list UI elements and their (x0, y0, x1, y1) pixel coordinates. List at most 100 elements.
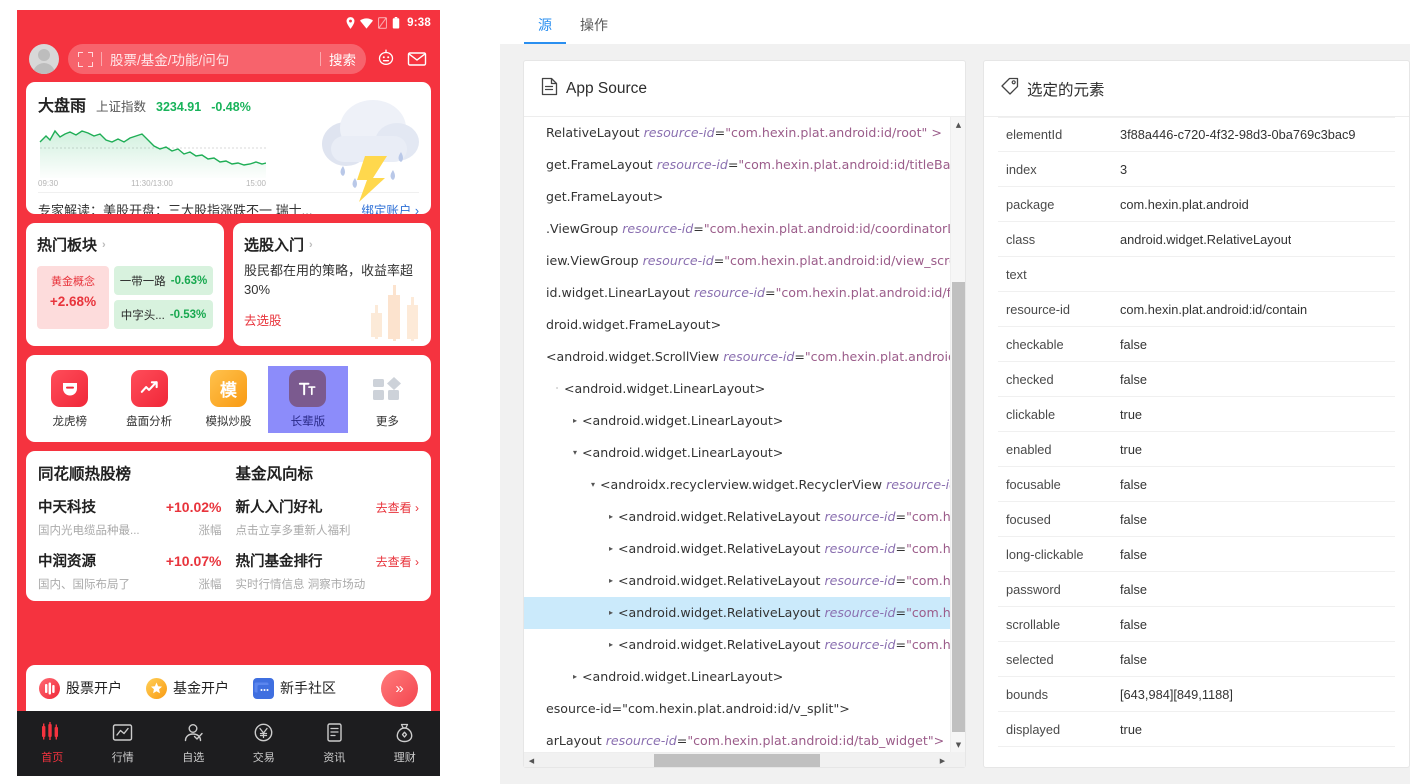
promo-fund-account[interactable]: 基金开户 (146, 677, 229, 699)
promo-stock-account[interactable]: 股票开户 (39, 677, 122, 699)
xml-tree[interactable]: RelativeLayout resource-id="com.hexin.pl… (524, 117, 950, 752)
chevron-down-icon[interactable]: ▾ (586, 469, 600, 501)
quick-entry-label: 盘面分析 (126, 416, 173, 428)
scroll-down-arrow[interactable]: ▼ (951, 737, 965, 752)
search-bar[interactable]: 股票/基金/功能/问句 搜索 (68, 44, 366, 74)
chevron-right-icon[interactable]: ▸ (604, 597, 618, 629)
xml-node[interactable]: esource-id="com.hexin.plat.android:id/v_… (524, 693, 950, 725)
nav-item-wealth[interactable]: 理财 (370, 722, 441, 765)
fund-go-link[interactable]: 去查看 › (376, 499, 419, 516)
stock-row[interactable]: 中天科技 +10.02% 国内光电缆品种最... 涨幅 (38, 496, 222, 538)
stock-desc: 国内光电缆品种最... (38, 525, 140, 537)
chevron-right-icon[interactable]: ▸ (604, 501, 618, 533)
nav-item-home[interactable]: 首页 (17, 722, 88, 765)
xml-node[interactable]: ▸ <android.widget.RelativeLayout resource… (524, 501, 950, 533)
plate-main[interactable]: 黄金概念 +2.68% (37, 266, 109, 329)
tab-actions[interactable]: 操作 (566, 15, 622, 44)
app-source-body[interactable]: RelativeLayout resource-id="com.hexin.pl… (524, 117, 965, 767)
xml-node[interactable]: droid.widget.FrameLayout> (524, 309, 950, 341)
vertical-scroll-thumb[interactable] (952, 282, 965, 732)
fund-row[interactable]: 热门基金排行 去查看 › 实时行情信息 洞察市场动 (236, 550, 420, 592)
bind-account-link[interactable]: 绑定账户 › (361, 200, 419, 214)
stock-row[interactable]: 中润资源 +10.07% 国内、国际布局了 涨幅 (38, 550, 222, 592)
horizontal-scroll-thumb[interactable] (654, 754, 820, 767)
device-mirror[interactable]: 9:38 股票/基金/功能/问句 搜索 大盘雨 上证指数 3234.91 -0.… (17, 10, 440, 784)
xml-node[interactable]: ▸ <android.widget.RelativeLayout resource… (524, 597, 950, 629)
nav-item-news[interactable]: 资讯 (299, 722, 370, 765)
xml-node[interactable]: .ViewGroup resource-id="com.hexin.plat.a… (524, 213, 950, 245)
promo-community[interactable]: 新手社区 (253, 677, 336, 699)
plates-grid: 黄金概念 +2.68% 一带一路 -0.63% 中字头... -0.53% (37, 266, 213, 329)
xml-node-text: get.FrameLayout> (546, 189, 664, 204)
market-news[interactable]: 专家解读：美股开盘：三大股指涨跌不一 瑞士... (38, 200, 312, 214)
nav-item-trade[interactable]: 交易 (229, 722, 300, 765)
nav-item-watchlist[interactable]: 自选 (158, 722, 229, 765)
scroll-left-arrow[interactable]: ◀ (524, 753, 539, 767)
search-input[interactable]: 股票/基金/功能/问句 (110, 49, 312, 69)
xml-node[interactable]: ▾ <android.widget.LinearLayout> (524, 437, 950, 469)
chevron-right-icon[interactable]: ▸ (604, 565, 618, 597)
chevron-right-icon[interactable]: ▸ (568, 405, 582, 437)
xml-node[interactable]: ▸ <android.widget.RelativeLayout resource… (524, 533, 950, 565)
quick-entry-monitor[interactable]: 模 模拟炒股 (189, 366, 268, 433)
promo-more-button[interactable]: » (381, 669, 418, 707)
xml-vertical-scrollbar[interactable]: ▲ ▼ (950, 117, 965, 752)
chevron-right-icon: › (102, 238, 106, 251)
property-value: android.widget.RelativeLayout (1120, 231, 1292, 247)
search-button[interactable]: 搜索 (329, 49, 356, 69)
xml-node[interactable]: ▸ <android.widget.RelativeLayout resource… (524, 629, 950, 661)
quick-entry-more[interactable]: 更多 (348, 366, 427, 433)
node-bullet-icon[interactable]: · (550, 373, 564, 405)
property-row: index 3 (998, 152, 1395, 187)
assistant-robot-icon[interactable] (375, 48, 397, 70)
dragon-tiger-list-icon (51, 370, 89, 407)
scan-icon[interactable] (78, 51, 93, 67)
chevron-down-icon[interactable]: ▾ (568, 437, 582, 469)
xml-node[interactable]: get.FrameLayout resource-id="com.hexin.p… (524, 149, 950, 181)
xml-node[interactable]: get.FrameLayout> (524, 181, 950, 213)
fund-vane-column: 基金风向标 新人入门好礼 去查看 › 点击立享多重新人福利 热门基金排行 去查看… (222, 462, 420, 591)
quick-entry-longhu[interactable]: 龙虎榜 (30, 366, 109, 433)
plate-sub-item[interactable]: 中字头... -0.53% (114, 300, 213, 329)
xml-node-text: <android.widget.LinearLayout> (582, 669, 784, 684)
property-value: false (1120, 546, 1148, 562)
hot-plates-card[interactable]: 热门板块 › 黄金概念 +2.68% 一带一路 -0.63% 中字头... -0… (26, 223, 224, 346)
xml-node[interactable]: arLayout resource-id="com.hexin.plat.and… (524, 725, 950, 752)
nav-label: 自选 (182, 752, 205, 764)
xml-node[interactable]: ▾ <androidx.recyclerview.widget.RecyclerV… (524, 469, 950, 501)
xml-horizontal-scrollbar[interactable]: ◀ ▶ (524, 752, 950, 767)
quick-entry-panmian[interactable]: 盘面分析 (109, 366, 188, 433)
property-row: package com.hexin.plat.android (998, 187, 1395, 222)
market-overview-card[interactable]: 大盘雨 上证指数 3234.91 -0.48% 09:30 11:30/13:0… (26, 82, 431, 214)
mail-icon[interactable] (406, 48, 428, 70)
index-intraday-chart (38, 122, 267, 178)
avatar[interactable] (29, 44, 59, 74)
scroll-up-arrow[interactable]: ▲ (951, 117, 965, 132)
xml-node[interactable]: id.widget.LinearLayout resource-id="com.… (524, 277, 950, 309)
fund-row[interactable]: 新人入门好礼 去查看 › 点击立享多重新人福利 (236, 496, 420, 538)
xml-node[interactable]: ▸ <android.widget.LinearLayout> (524, 405, 950, 437)
fund-go-link[interactable]: 去查看 › (376, 553, 419, 570)
property-value: true (1120, 406, 1143, 422)
xml-node[interactable]: RelativeLayout resource-id="com.hexin.pl… (524, 117, 950, 149)
tab-source[interactable]: 源 (524, 15, 566, 44)
stock-picking-card[interactable]: 选股入门 › 股民都在用的策略，收益率超30% 去选股 (233, 223, 431, 346)
xml-node[interactable]: ▸ <android.widget.RelativeLayout resource… (524, 565, 950, 597)
quick-entry-elder[interactable]: 长辈版 (268, 366, 348, 433)
nav-item-quotes[interactable]: 行情 (88, 722, 159, 765)
status-bar-clock: 9:38 (407, 17, 431, 29)
nav-label: 行情 (111, 752, 134, 764)
xml-node[interactable]: ▸ <android.widget.LinearLayout> (524, 661, 950, 693)
chevron-right-icon[interactable]: ▸ (568, 661, 582, 693)
stock-desc: 国内、国际布局了 (38, 579, 130, 591)
scroll-right-arrow[interactable]: ▶ (935, 753, 950, 767)
chevron-right-icon[interactable]: ▸ (604, 533, 618, 565)
xml-node[interactable]: · <android.widget.LinearLayout> (524, 373, 950, 405)
quick-entry-row: 龙虎榜 盘面分析 模 模拟炒股 长辈版 更多 (26, 355, 431, 442)
plate-sub-item[interactable]: 一带一路 -0.63% (114, 266, 213, 295)
nav-label: 资讯 (323, 752, 346, 764)
property-row: displayed true (998, 712, 1395, 747)
chevron-right-icon[interactable]: ▸ (604, 629, 618, 661)
xml-node[interactable]: iew.ViewGroup resource-id="com.hexin.pla… (524, 245, 950, 277)
xml-node[interactable]: <android.widget.ScrollView resource-id="… (524, 341, 950, 373)
